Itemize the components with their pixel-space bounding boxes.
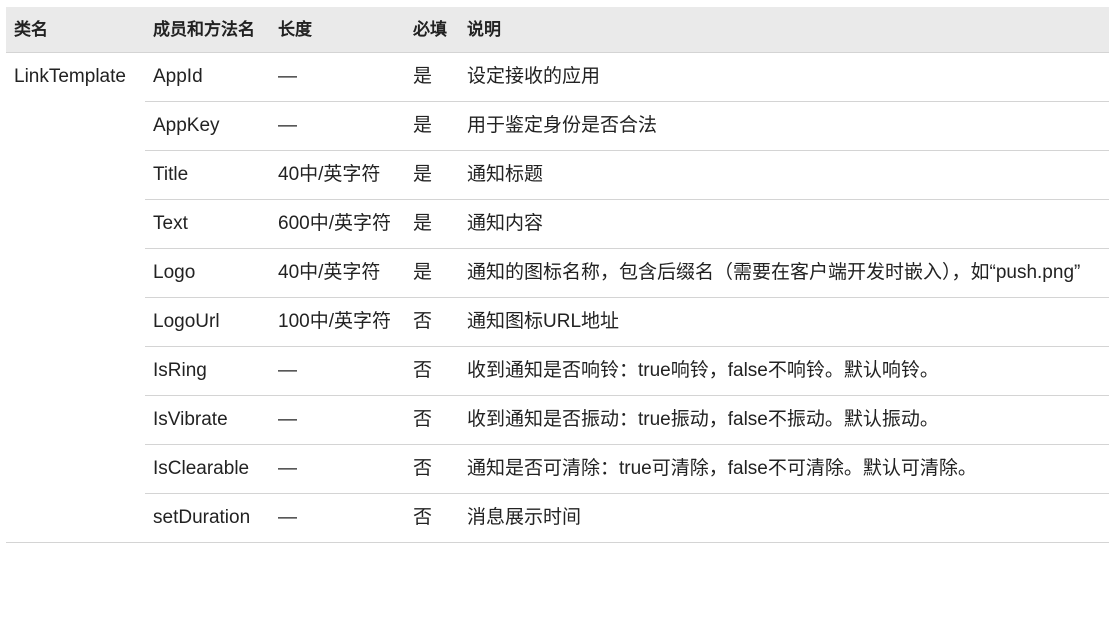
cell-class-name bbox=[6, 151, 145, 200]
cell-member: AppId bbox=[145, 52, 270, 102]
header-member: 成员和方法名 bbox=[145, 7, 270, 53]
table-row: Text 600中/英字符 是 通知内容 bbox=[6, 199, 1109, 249]
cell-required: 是 bbox=[405, 248, 459, 298]
cell-member: LogoUrl bbox=[145, 297, 270, 347]
header-length: 长度 bbox=[270, 7, 405, 53]
cell-length: — bbox=[270, 346, 405, 396]
table-row: IsClearable — 否 通知是否可清除：true可清除，false不可清… bbox=[6, 444, 1109, 494]
table-row: Logo 40中/英字符 是 通知的图标名称，包含后缀名（需要在客户端开发时嵌入… bbox=[6, 248, 1109, 298]
cell-length: 40中/英字符 bbox=[270, 150, 405, 200]
cell-class-name bbox=[6, 347, 145, 396]
cell-description: 设定接收的应用 bbox=[459, 52, 1109, 102]
cell-class-name bbox=[6, 249, 145, 298]
cell-member: Logo bbox=[145, 248, 270, 298]
cell-member: IsClearable bbox=[145, 444, 270, 494]
link-template-table-container: 类名 成员和方法名 长度 必填 说明 LinkTemplate AppId — … bbox=[6, 7, 1109, 543]
cell-member: IsRing bbox=[145, 346, 270, 396]
table-row: IsVibrate — 否 收到通知是否振动：true振动，false不振动。默… bbox=[6, 395, 1109, 445]
cell-class-name: LinkTemplate bbox=[14, 66, 126, 87]
cell-required: 是 bbox=[405, 101, 459, 151]
table-row: Title 40中/英字符 是 通知标题 bbox=[6, 150, 1109, 200]
cell-description: 收到通知是否响铃：true响铃，false不响铃。默认响铃。 bbox=[459, 346, 1109, 396]
cell-required: 否 bbox=[405, 346, 459, 396]
cell-description: 通知标题 bbox=[459, 150, 1109, 200]
cell-member: AppKey bbox=[145, 101, 270, 151]
cell-description: 消息展示时间 bbox=[459, 493, 1109, 543]
cell-required: 是 bbox=[405, 150, 459, 200]
cell-description: 通知的图标名称，包含后缀名（需要在客户端开发时嵌入），如“push.png” bbox=[459, 248, 1109, 298]
table-body: LinkTemplate AppId — 是 设定接收的应用 AppKey — … bbox=[6, 52, 1109, 543]
cell-description: 用于鉴定身份是否合法 bbox=[459, 101, 1109, 151]
table-row: IsRing — 否 收到通知是否响铃：true响铃，false不响铃。默认响铃… bbox=[6, 346, 1109, 396]
header-description: 说明 bbox=[459, 7, 1109, 53]
header-required: 必填 bbox=[405, 7, 459, 53]
cell-description: 通知内容 bbox=[459, 199, 1109, 249]
cell-class-name bbox=[6, 200, 145, 249]
link-template-table: 类名 成员和方法名 长度 必填 说明 LinkTemplate AppId — … bbox=[6, 7, 1109, 543]
cell-required: 否 bbox=[405, 493, 459, 543]
cell-class-name bbox=[6, 493, 145, 543]
cell-length: — bbox=[270, 493, 405, 543]
cell-member: Title bbox=[145, 150, 270, 200]
cell-description: 通知是否可清除：true可清除，false不可清除。默认可清除。 bbox=[459, 444, 1109, 494]
cell-required: 否 bbox=[405, 395, 459, 445]
table-row: LogoUrl 100中/英字符 否 通知图标URL地址 bbox=[6, 297, 1109, 347]
cell-required: 否 bbox=[405, 297, 459, 347]
cell-length: 100中/英字符 bbox=[270, 297, 405, 347]
cell-length: 40中/英字符 bbox=[270, 248, 405, 298]
header-class-name: 类名 bbox=[6, 7, 145, 53]
cell-description: 通知图标URL地址 bbox=[459, 297, 1109, 347]
table-row: AppKey — 是 用于鉴定身份是否合法 bbox=[6, 101, 1109, 151]
cell-length: — bbox=[270, 52, 405, 102]
cell-member: Text bbox=[145, 199, 270, 249]
cell-required: 否 bbox=[405, 444, 459, 494]
cell-description: 收到通知是否振动：true振动，false不振动。默认振动。 bbox=[459, 395, 1109, 445]
cell-length: — bbox=[270, 395, 405, 445]
cell-length: — bbox=[270, 444, 405, 494]
cell-class-name bbox=[6, 298, 145, 347]
cell-class-name bbox=[6, 396, 145, 445]
cell-length: — bbox=[270, 101, 405, 151]
cell-required: 是 bbox=[405, 52, 459, 102]
cell-member: setDuration bbox=[145, 493, 270, 543]
table-row: LinkTemplate AppId — 是 设定接收的应用 bbox=[6, 52, 1109, 102]
cell-required: 是 bbox=[405, 199, 459, 249]
table-row: setDuration — 否 消息展示时间 bbox=[6, 493, 1109, 543]
cell-length: 600中/英字符 bbox=[270, 199, 405, 249]
table-header-row: 类名 成员和方法名 长度 必填 说明 bbox=[6, 7, 1109, 53]
cell-member: IsVibrate bbox=[145, 395, 270, 445]
table-header: 类名 成员和方法名 长度 必填 说明 bbox=[6, 7, 1109, 53]
cell-class-name bbox=[6, 445, 145, 494]
cell-class-name bbox=[6, 102, 145, 151]
